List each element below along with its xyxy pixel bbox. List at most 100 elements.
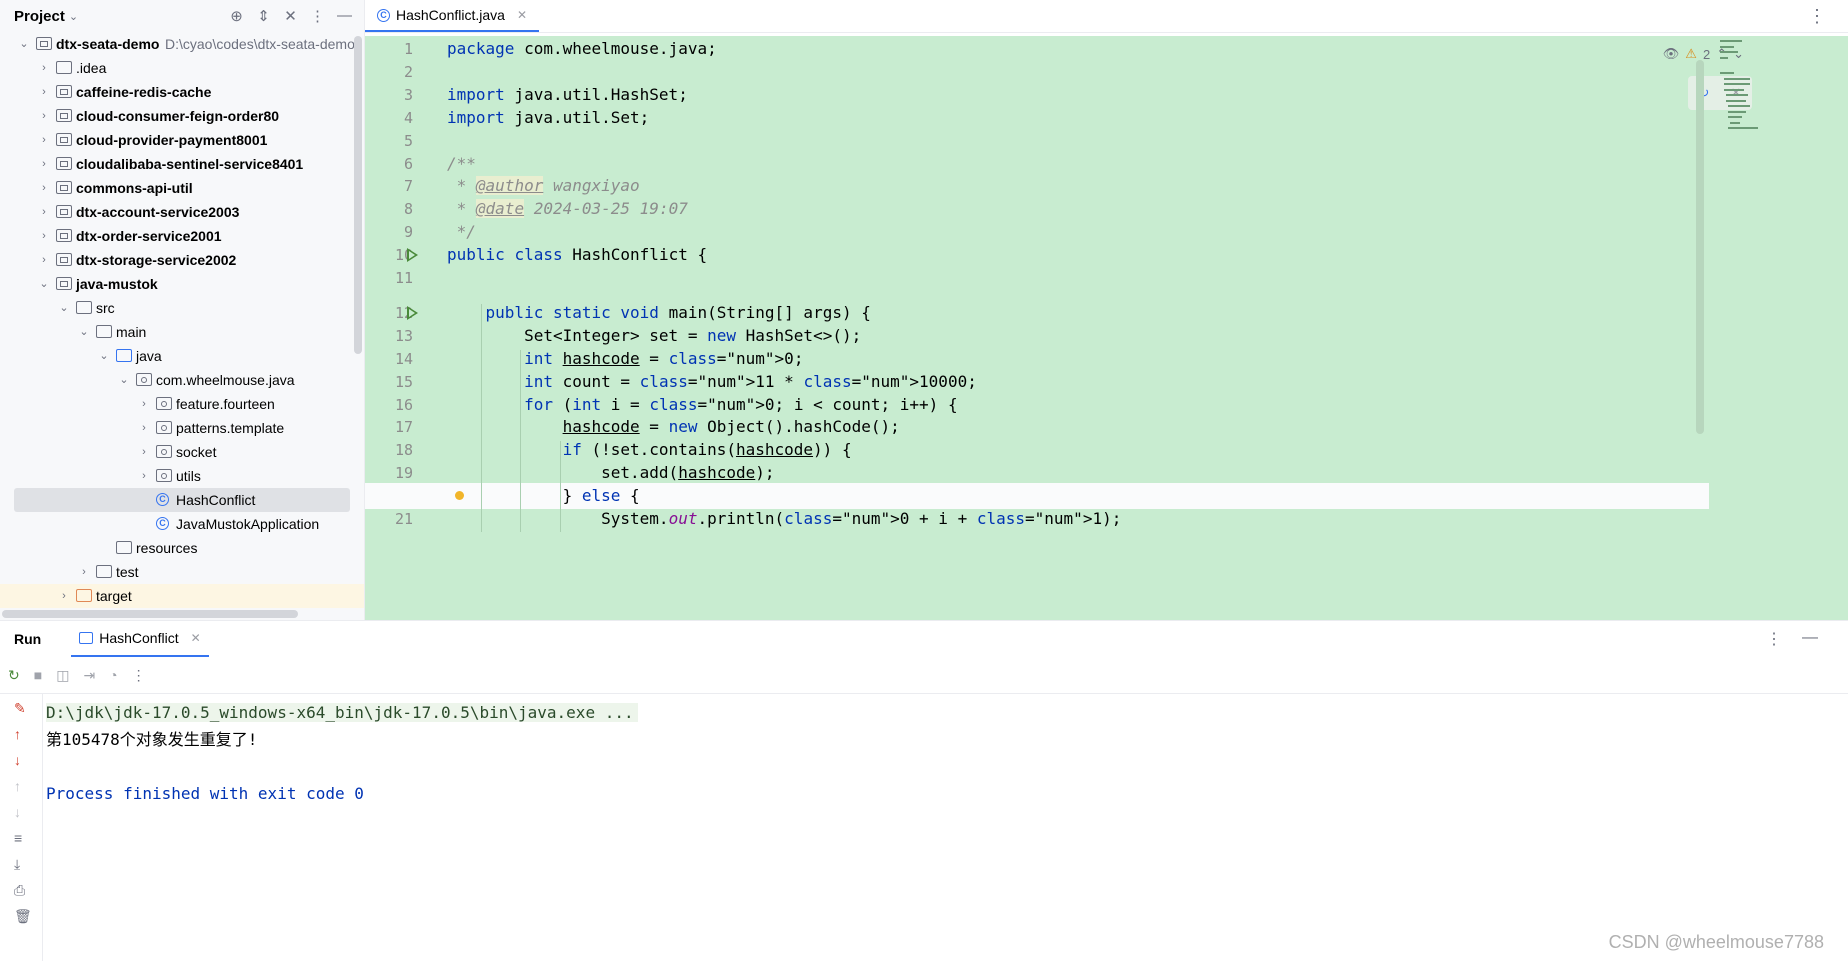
tree-item[interactable]: › socket: [0, 440, 364, 464]
tree-item[interactable]: › cloudalibaba-sentinel-service8401: [0, 152, 364, 176]
tree-item[interactable]: › target: [0, 584, 364, 608]
run-panel-title[interactable]: Run: [14, 631, 41, 647]
run-tab-hashconflict[interactable]: HashConflict ✕: [71, 621, 208, 657]
tree-item[interactable]: ⌄ java: [0, 344, 364, 368]
chevron-right-icon[interactable]: ›: [38, 152, 50, 176]
expand-all-icon[interactable]: ⇕: [254, 7, 273, 25]
rerun-icon[interactable]: ↻: [8, 667, 20, 684]
tree-item-label: socket: [176, 440, 216, 464]
tree-item[interactable]: › commons-api-util: [0, 176, 364, 200]
export-icon[interactable]: ⇥: [83, 667, 95, 684]
tree-item[interactable]: › dtx-storage-service2002: [0, 248, 364, 272]
chevron-down-icon[interactable]: ⌄: [78, 320, 90, 344]
run-gutter-icon[interactable]: [407, 306, 418, 320]
camera-icon[interactable]: ◫: [56, 667, 69, 684]
chevron-right-icon[interactable]: ›: [138, 464, 150, 488]
folder-icon: [96, 565, 112, 578]
hide-panel-icon[interactable]: —: [1802, 629, 1818, 649]
hide-panel-icon[interactable]: —: [335, 7, 354, 25]
package-icon: [156, 397, 172, 410]
tree-item[interactable]: › patterns.template: [0, 416, 364, 440]
module-folder-icon: [56, 181, 72, 194]
project-horizontal-scrollbar[interactable]: [2, 610, 298, 618]
arrow-down-icon[interactable]: ↓: [14, 752, 21, 768]
chevron-right-icon[interactable]: ›: [38, 200, 50, 224]
tree-item[interactable]: ⌄ java-mustok: [0, 272, 364, 296]
chevron-right-icon[interactable]: ›: [38, 56, 50, 80]
chevron-down-icon[interactable]: ⌄: [69, 10, 78, 23]
chevron-right-icon[interactable]: ›: [38, 128, 50, 152]
scroll-down-icon[interactable]: ↓: [14, 804, 21, 820]
chevron-right-icon[interactable]: ›: [138, 392, 150, 416]
tree-item[interactable]: ⌄ src: [0, 296, 364, 320]
chevron-right-icon[interactable]: ›: [138, 440, 150, 464]
editor-tab-hashconflict[interactable]: C HashConflict.java ✕: [365, 0, 539, 32]
editor-tab-label: HashConflict.java: [396, 7, 505, 23]
chevron-right-icon[interactable]: ›: [38, 224, 50, 248]
chevron-down-icon[interactable]: ⌄: [118, 368, 130, 392]
console-output[interactable]: D:\jdk\jdk-17.0.5_windows-x64_bin\jdk-17…: [46, 699, 638, 807]
chevron-right-icon[interactable]: ›: [38, 248, 50, 272]
chevron-down-icon[interactable]: ⌄: [58, 296, 70, 320]
tree-item[interactable]: › test: [0, 560, 364, 584]
tree-item[interactable]: C HashConflict: [14, 488, 350, 512]
edit-config-icon[interactable]: ✎: [14, 700, 26, 717]
console-line: D:\jdk\jdk-17.0.5_windows-x64_bin\jdk-17…: [46, 699, 638, 726]
tree-item[interactable]: › utils: [0, 464, 364, 488]
scroll-up-icon[interactable]: ↑: [14, 778, 21, 794]
tree-item[interactable]: resources: [0, 536, 364, 560]
print-icon[interactable]: ⎙: [14, 882, 25, 899]
close-tab-icon[interactable]: ✕: [191, 631, 201, 645]
close-tab-icon[interactable]: ✕: [517, 8, 527, 22]
soft-wrap-icon[interactable]: ≡: [14, 830, 22, 846]
project-panel-title[interactable]: Project: [14, 8, 65, 25]
chevron-right-icon[interactable]: ›: [38, 80, 50, 104]
arrow-up-icon[interactable]: ↑: [14, 726, 21, 742]
chevron-right-icon[interactable]: ›: [138, 416, 150, 440]
tree-item[interactable]: › cloud-provider-payment8001: [0, 128, 364, 152]
more-options-icon[interactable]: ⋮: [132, 667, 146, 684]
run-gutter-icon[interactable]: [407, 248, 418, 262]
chevron-right-icon[interactable]: ›: [38, 176, 50, 200]
code-minimap[interactable]: [1712, 36, 1848, 620]
collapse-all-icon[interactable]: ✕: [281, 7, 300, 25]
locate-icon[interactable]: ⊕: [227, 7, 246, 25]
more-options-icon[interactable]: ⋮: [1766, 629, 1782, 649]
tree-item[interactable]: ⌄ com.wheelmouse.java: [0, 368, 364, 392]
code-line: System.out.println(class="num">0 + i +…: [447, 506, 1121, 532]
tree-item[interactable]: › cloud-consumer-feign-order80: [0, 104, 364, 128]
minimap-line: [1726, 94, 1748, 96]
code-editor[interactable]: 123456789101112131415161718192021 packag…: [365, 36, 1848, 620]
tree-item[interactable]: › feature.fourteen: [0, 392, 364, 416]
module-folder-icon: [36, 37, 52, 50]
editor-vertical-scrollbar[interactable]: [1696, 60, 1704, 434]
chevron-down-icon[interactable]: ⌄: [98, 344, 110, 368]
module-folder-icon: [56, 277, 72, 290]
more-options-icon[interactable]: ⋮: [1808, 6, 1826, 27]
scroll-to-end-icon[interactable]: ⤓: [14, 856, 20, 873]
trash-icon[interactable]: 🗑: [14, 908, 32, 925]
run-side-toolbar: ✎ ↑ ↓ ↑ ↓ ≡ ⤓ ⎙ 🗑: [0, 694, 43, 961]
chevron-right-icon[interactable]: ›: [58, 584, 70, 608]
chevron-down-icon[interactable]: ⌄: [18, 32, 30, 56]
tree-item[interactable]: › caffeine-redis-cache: [0, 80, 364, 104]
tree-item[interactable]: › dtx-order-service2001: [0, 224, 364, 248]
chevron-right-icon[interactable]: ›: [78, 560, 90, 584]
profiler-icon[interactable]: ◔: [109, 667, 117, 683]
tree-item[interactable]: › dtx-account-service2003: [0, 200, 364, 224]
tree-item[interactable]: C JavaMustokApplication: [0, 512, 364, 536]
more-options-icon[interactable]: ⋮: [308, 7, 327, 25]
chevron-right-icon[interactable]: ›: [38, 104, 50, 128]
tree-item-label: feature.fourteen: [176, 392, 275, 416]
stop-icon[interactable]: ■: [34, 667, 42, 683]
reader-mode-icon[interactable]: 👁: [1663, 46, 1680, 62]
chevron-down-icon[interactable]: ⌄: [38, 272, 50, 296]
line-number: 11: [373, 265, 413, 291]
run-panel-header: Run HashConflict ✕ ⋮ —: [0, 621, 1848, 657]
tree-item[interactable]: ⌄ dtx-seata-demo D:\cyao\codes\dtx-seata-d…: [0, 32, 364, 56]
source-folder-icon: [116, 349, 132, 362]
tree-item[interactable]: ⌄ main: [0, 320, 364, 344]
project-vertical-scrollbar[interactable]: [354, 36, 362, 354]
code-line: package com.wheelmouse.java;: [447, 36, 717, 62]
tree-item[interactable]: › .idea: [0, 56, 364, 80]
